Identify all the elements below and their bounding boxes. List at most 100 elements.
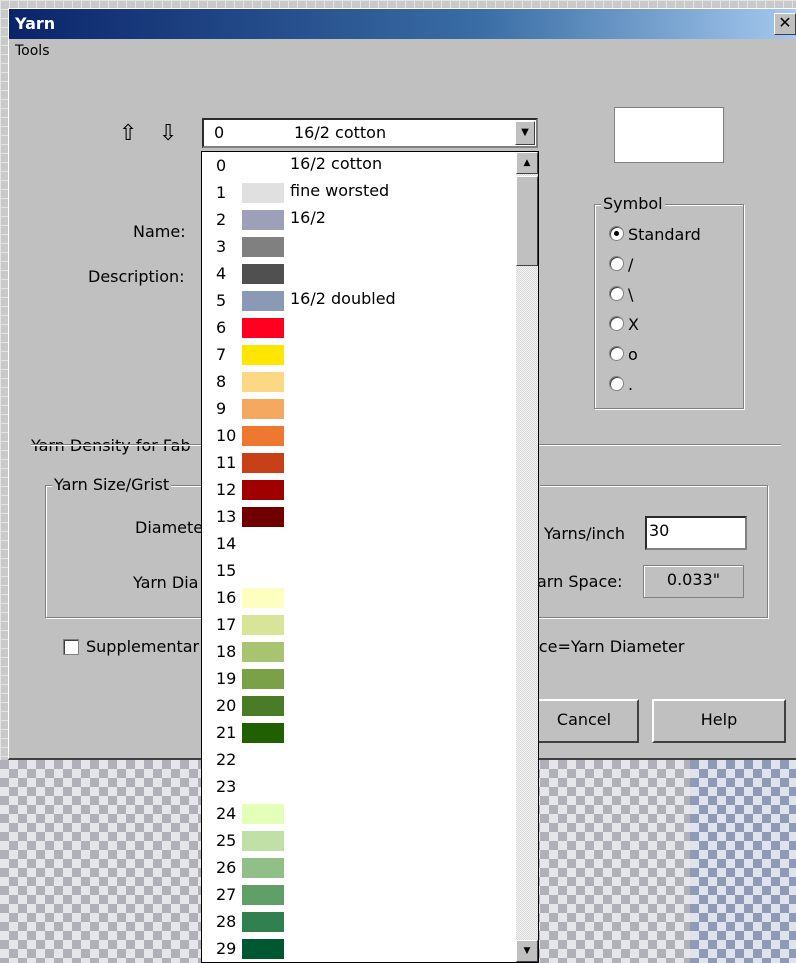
dropdown-scrollbar[interactable]: ▲ ▼ bbox=[516, 152, 538, 962]
yarn-name: 16/2 bbox=[290, 208, 326, 227]
yarn-index: 28 bbox=[216, 912, 237, 931]
yarn-index: 29 bbox=[216, 939, 237, 958]
yarn-color-swatch bbox=[242, 237, 284, 257]
yarn-color-swatch bbox=[242, 291, 284, 311]
yarn-name: 16/2 doubled bbox=[290, 289, 396, 308]
color-preview[interactable] bbox=[614, 107, 724, 163]
yarn-list-item[interactable]: 6 bbox=[202, 315, 514, 342]
yarn-color-swatch bbox=[242, 561, 284, 581]
yarn-color-swatch bbox=[242, 210, 284, 230]
yarn-index: 17 bbox=[216, 615, 237, 634]
yarn-index: 13 bbox=[216, 507, 237, 526]
yarn-color-swatch bbox=[242, 372, 284, 392]
radio-x[interactable]: X bbox=[609, 315, 639, 334]
yarn-color-swatch bbox=[242, 804, 284, 824]
arrow-up-icon[interactable]: ⇧ bbox=[119, 121, 137, 146]
yarn-index: 18 bbox=[216, 642, 237, 661]
yarn-color-swatch bbox=[242, 480, 284, 500]
yarn-color-swatch bbox=[242, 588, 284, 608]
yarn-list-item[interactable]: 21 bbox=[202, 720, 514, 747]
yarn-list-item[interactable]: 12 bbox=[202, 477, 514, 504]
yarn-size-legend: Yarn Size/Grist bbox=[52, 475, 172, 494]
cancel-button[interactable]: Cancel bbox=[529, 699, 639, 743]
yarn-index: 22 bbox=[216, 750, 237, 769]
yarn-list-item[interactable]: 23 bbox=[202, 774, 514, 801]
radio-slash[interactable]: / bbox=[609, 255, 633, 274]
yarn-color-swatch bbox=[242, 264, 284, 284]
yarn-color-swatch bbox=[242, 669, 284, 689]
yarn-index: 27 bbox=[216, 885, 237, 904]
yarn-dropdown-list[interactable]: 0 16/2 cotton 1 fine worsted 2 16/2 3 4 5 16/2 do… bbox=[201, 151, 539, 963]
scroll-down-icon[interactable]: ▼ bbox=[516, 940, 538, 962]
scroll-thumb[interactable] bbox=[516, 176, 538, 266]
yarn-color-swatch bbox=[242, 642, 284, 662]
yarn-list-item[interactable]: 7 bbox=[202, 342, 514, 369]
yarn-list-item[interactable]: 18 bbox=[202, 639, 514, 666]
yarn-color-swatch bbox=[242, 345, 284, 365]
radio-o[interactable]: o bbox=[609, 345, 638, 364]
yarn-index: 2 bbox=[216, 210, 227, 229]
arrow-down-icon[interactable]: ⇩ bbox=[159, 121, 177, 146]
yarn-list-item[interactable]: 27 bbox=[202, 882, 514, 909]
radio-backslash[interactable]: \ bbox=[609, 285, 633, 304]
yarn-list-item[interactable]: 3 bbox=[202, 234, 514, 261]
yarn-list-item[interactable]: 19 bbox=[202, 666, 514, 693]
yarn-list-item[interactable]: 4 bbox=[202, 261, 514, 288]
yarn-index: 1 bbox=[216, 183, 227, 202]
yarn-list-item[interactable]: 24 bbox=[202, 801, 514, 828]
title-bar[interactable]: Yarn ✕ bbox=[9, 9, 796, 39]
yarn-list-item[interactable]: 20 bbox=[202, 693, 514, 720]
yarn-list-item[interactable]: 1 fine worsted bbox=[202, 180, 514, 207]
yarn-list-item[interactable]: 29 bbox=[202, 936, 514, 962]
yarn-color-swatch bbox=[242, 885, 284, 905]
yarn-list-item[interactable]: 0 16/2 cotton bbox=[202, 153, 514, 180]
yarn-index: 24 bbox=[216, 804, 237, 823]
yarn-list-item[interactable]: 22 bbox=[202, 747, 514, 774]
yarn-index: 23 bbox=[216, 777, 237, 796]
yarn-list-item[interactable]: 10 bbox=[202, 423, 514, 450]
yarn-index: 7 bbox=[216, 345, 227, 364]
yarn-list-item[interactable]: 16 bbox=[202, 585, 514, 612]
yarn-list-item[interactable]: 28 bbox=[202, 909, 514, 936]
yarn-list-item[interactable]: 13 bbox=[202, 504, 514, 531]
yarn-dia-label: Yarn Dia bbox=[133, 573, 199, 592]
space-eq-label: ace=Yarn Diameter bbox=[529, 637, 685, 656]
yarn-color-swatch bbox=[242, 723, 284, 743]
radio-dot[interactable]: . bbox=[609, 375, 633, 394]
yarn-space-value: 0.033" bbox=[643, 565, 744, 598]
radio-standard[interactable]: Standard bbox=[609, 225, 701, 244]
supplemental-checkbox[interactable] bbox=[63, 639, 79, 655]
chevron-down-icon[interactable]: ▼ bbox=[515, 121, 535, 145]
diameter-label: Diamete bbox=[135, 518, 204, 537]
menu-tools[interactable]: Tools bbox=[15, 43, 50, 59]
yarn-index: 12 bbox=[216, 480, 237, 499]
yarn-list-item[interactable]: 2 16/2 bbox=[202, 207, 514, 234]
yarn-index: 10 bbox=[216, 426, 237, 445]
close-button[interactable]: ✕ bbox=[774, 13, 796, 35]
yarn-list-item[interactable]: 8 bbox=[202, 369, 514, 396]
supplemental-label: Supplementar bbox=[86, 637, 200, 656]
yarn-list-item[interactable]: 15 bbox=[202, 558, 514, 585]
yarns-per-inch-field[interactable]: 30 bbox=[645, 516, 747, 550]
yarn-combo[interactable]: 0 16/2 cotton ▼ bbox=[202, 118, 538, 148]
yarn-list-item[interactable]: 11 bbox=[202, 450, 514, 477]
yarn-index: 25 bbox=[216, 831, 237, 850]
yarn-list-item[interactable]: 25 bbox=[202, 828, 514, 855]
yarn-color-swatch bbox=[242, 426, 284, 446]
yarn-list-item[interactable]: 9 bbox=[202, 396, 514, 423]
yarn-color-swatch bbox=[242, 399, 284, 419]
yarn-index: 16 bbox=[216, 588, 237, 607]
yarn-name: 16/2 cotton bbox=[290, 154, 383, 173]
scroll-up-icon[interactable]: ▲ bbox=[516, 152, 538, 174]
yarn-list-item[interactable]: 14 bbox=[202, 531, 514, 558]
yarn-list-item[interactable]: 5 16/2 doubled bbox=[202, 288, 514, 315]
yarn-index: 9 bbox=[216, 399, 227, 418]
yarn-list-item[interactable]: 26 bbox=[202, 855, 514, 882]
yarn-index: 14 bbox=[216, 534, 237, 553]
help-button[interactable]: Help bbox=[652, 699, 786, 743]
yarn-index: 0 bbox=[216, 156, 227, 175]
yarn-color-swatch bbox=[242, 615, 284, 635]
yarn-index: 21 bbox=[216, 723, 237, 742]
yarn-list-item[interactable]: 17 bbox=[202, 612, 514, 639]
yarn-color-swatch bbox=[242, 534, 284, 554]
